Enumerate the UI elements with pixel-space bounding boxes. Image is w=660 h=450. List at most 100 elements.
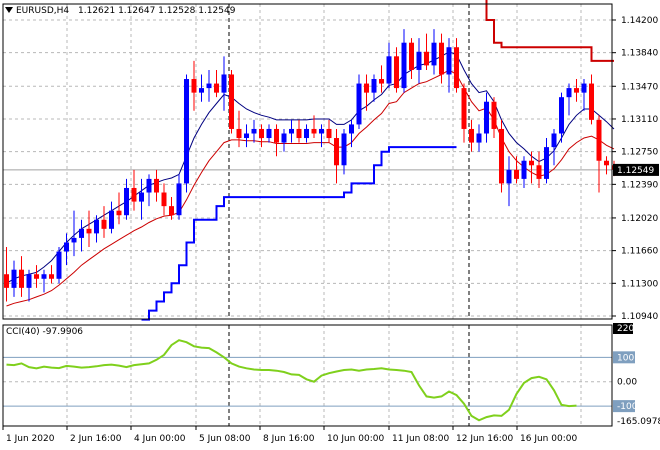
symbol-label: EURUSD,H4 (16, 6, 69, 16)
candle-bull (551, 133, 557, 148)
candle-bear (161, 192, 167, 207)
candle-bull (199, 88, 204, 93)
candle-bull (281, 133, 287, 143)
candle-bear (491, 101, 497, 129)
candle-bear (259, 128, 264, 139)
candle-bull (559, 97, 564, 134)
candle-bull (544, 147, 549, 179)
candle-bull (139, 192, 144, 202)
candle-bull (521, 160, 527, 179)
price-tick-label: 1.11300 (621, 279, 658, 289)
candle-bull (506, 169, 512, 184)
candle-bull (146, 178, 152, 193)
indicator-lines (6, 0, 615, 321)
candle-bear (596, 119, 602, 161)
price-tick-label: 1.12750 (621, 148, 658, 158)
price-tick-label: 1.14200 (621, 16, 658, 26)
price-panel-frame (2, 3, 613, 320)
cci-line (6, 339, 577, 422)
candle-bear (379, 79, 384, 84)
cci-level-label: 0.00 (617, 378, 637, 388)
candle-bear (4, 274, 9, 288)
candle-bull (349, 124, 354, 134)
candle-bull (56, 251, 62, 279)
candle-bear (454, 47, 459, 89)
candle-bear (191, 79, 197, 93)
price-tick-label: 1.13110 (621, 115, 658, 125)
candle-bull (304, 128, 309, 139)
candle-bull (176, 183, 182, 216)
price-tick-label: 1.12390 (621, 180, 658, 190)
cci-level-label: -100 (617, 402, 638, 412)
time-axis: 1 Jun 2020 2 Jun 16:00 4 Jun 00:00 5 Jun 08… (2, 426, 577, 444)
candle-bull (244, 133, 249, 139)
candle-bull (94, 219, 99, 234)
price-axis: 1.14200 1.13840 1.13470 1.13110 1.12750 1.123… (612, 16, 660, 427)
candle-bear (364, 83, 369, 93)
candle-bull (11, 269, 17, 288)
candle-bull (356, 83, 362, 125)
candle-bear (409, 42, 414, 70)
candle-bear (424, 51, 429, 66)
trading-chart[interactable]: 1.14200 1.13840 1.13470 1.13110 1.12750 1.123… (0, 0, 660, 450)
candle-bull (416, 51, 422, 70)
candle-bull (64, 242, 69, 252)
cci-panel (3, 339, 612, 422)
candle-bull (206, 83, 212, 89)
candle-bull (319, 128, 324, 134)
candle-bear (116, 210, 122, 216)
cci-panel-frame (2, 324, 613, 427)
candle-bear (394, 56, 399, 89)
candle-bull (386, 56, 392, 84)
candle-bear (101, 219, 107, 229)
candle-bear (469, 128, 474, 143)
price-tick-label: 1.11660 (621, 247, 658, 257)
candle-bull (566, 88, 572, 98)
time-tick-label: 12 Jun 16:00 (456, 434, 513, 444)
time-tick-label: 1 Jun 2020 (6, 434, 55, 444)
candle-bull (289, 128, 294, 134)
candle-bull (581, 83, 587, 93)
collapse-triangle-icon[interactable] (5, 7, 13, 13)
candle-bull (371, 79, 377, 93)
time-tick-label: 16 Jun 00:00 (520, 434, 577, 444)
cci-label: CCI(40) -97.9906 (6, 327, 83, 337)
candle-bear (86, 228, 92, 234)
candle-bear (131, 187, 137, 202)
panel-frames (2, 3, 613, 427)
candle-bear (326, 128, 332, 139)
candle-bear (461, 88, 467, 129)
candle-bull (251, 128, 257, 134)
candle-bear (311, 128, 317, 134)
candle-bull (184, 79, 189, 184)
candle-bull (41, 274, 47, 279)
candle-bear (274, 128, 279, 143)
candle-bull (401, 42, 407, 89)
cci-min-label: -165.0978 (617, 417, 660, 427)
candle-bear (214, 83, 219, 93)
candle-bull (446, 47, 452, 75)
trailing-stop-short (485, 0, 614, 62)
time-tick-label: 11 Jun 08:00 (392, 434, 449, 444)
time-tick-label: 10 Jun 00:00 (327, 434, 384, 444)
candle-bull (124, 187, 129, 216)
candle-bull (431, 42, 437, 66)
price-grid (2, 4, 612, 426)
candle-bear (536, 165, 542, 179)
candle-bear (529, 160, 534, 166)
candle-bear (19, 269, 24, 288)
candle-bull (266, 128, 272, 139)
candle-bear (439, 42, 444, 75)
price-tick-label: 1.12020 (621, 214, 658, 224)
time-tick-label: 4 Jun 00:00 (134, 434, 186, 444)
candle-bear (49, 274, 54, 279)
candle-bull (26, 274, 32, 288)
candle-bear (34, 274, 39, 279)
current-price-label: 1.12549 (617, 166, 654, 176)
candles (4, 29, 617, 302)
time-tick-label: 2 Jun 16:00 (70, 434, 122, 444)
candle-bear (589, 83, 594, 120)
candle-bear (229, 74, 234, 129)
slow-ma-line (6, 69, 615, 307)
candle-bull (109, 210, 114, 229)
